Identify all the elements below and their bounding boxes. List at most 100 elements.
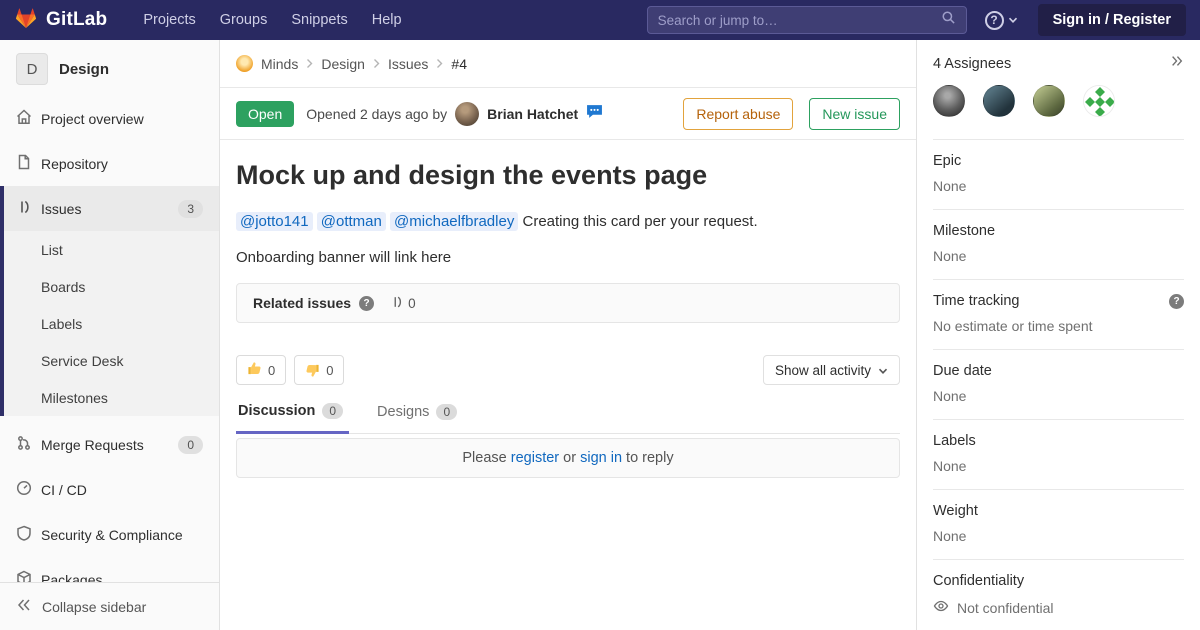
project-header[interactable]: D Design <box>0 40 219 96</box>
sidebar-item-repository[interactable]: Repository <box>0 141 219 186</box>
help-menu[interactable]: ? <box>985 11 1018 30</box>
report-abuse-button[interactable]: Report abuse <box>683 98 793 130</box>
epic-value: None <box>933 178 1184 194</box>
nav-groups[interactable]: Groups <box>210 6 278 34</box>
sidebar-item-ci-cd[interactable]: CI / CD <box>0 467 219 512</box>
sidebar-item-label: Security & Compliance <box>41 527 183 543</box>
sign-in-register-button[interactable]: Sign in / Register <box>1038 4 1186 36</box>
thumbs-up-button[interactable]: 0 <box>236 355 286 385</box>
reply-text: or <box>563 450 576 466</box>
due-date-value: None <box>933 388 1184 404</box>
eye-icon <box>933 598 949 617</box>
sign-in-link[interactable]: sign in <box>580 450 622 466</box>
thumbs-down-icon <box>305 363 320 378</box>
issue-title: Mock up and design the events page <box>236 158 900 192</box>
project-avatar: D <box>16 53 48 85</box>
collapse-sidebar-button[interactable]: Collapse sidebar <box>0 582 219 630</box>
mention-link[interactable]: @jotto141 <box>236 212 313 231</box>
search-input[interactable] <box>658 13 941 28</box>
issues-icon <box>16 199 32 218</box>
sidebar-subitem-list[interactable]: List <box>4 231 219 268</box>
award-emoji-row: 0 0 Show all activity <box>236 355 900 385</box>
pipeline-gauge-icon <box>16 480 32 499</box>
tanuki-icon <box>14 6 38 35</box>
sidebar-subitem-service-desk[interactable]: Service Desk <box>4 342 219 379</box>
shield-icon <box>16 525 32 544</box>
sidebar-item-merge-requests[interactable]: Merge Requests 0 <box>0 422 219 467</box>
sidebar-section-epic: Epic None <box>933 140 1184 210</box>
assignee-avatar[interactable] <box>1083 85 1115 117</box>
group-avatar <box>236 55 253 72</box>
nav-help[interactable]: Help <box>362 6 412 34</box>
breadcrumb-issue-number: #4 <box>451 56 467 72</box>
confidentiality-value: Not confidential <box>933 598 1184 617</box>
tab-designs[interactable]: Designs 0 <box>375 403 463 433</box>
breadcrumb: Minds Design Issues #4 <box>220 40 916 88</box>
assignee-avatar[interactable] <box>1033 85 1065 117</box>
main-content: Minds Design Issues #4 Open Opened 2 day… <box>220 40 916 630</box>
sidebar-section-due-date: Due date None <box>933 350 1184 420</box>
related-issues-count: 0 <box>390 295 416 312</box>
chevron-double-left-icon <box>16 597 32 616</box>
home-icon <box>16 109 32 128</box>
sidebar-section-confidentiality: Confidentiality Not confidential <box>933 560 1184 630</box>
nav-snippets[interactable]: Snippets <box>281 6 357 34</box>
help-circle-icon[interactable]: ? <box>359 296 374 311</box>
register-link[interactable]: register <box>511 450 559 466</box>
mention-link[interactable]: @ottman <box>317 212 386 231</box>
sidebar-item-issues[interactable]: Issues 3 <box>4 186 219 231</box>
sidebar-subitem-boards[interactable]: Boards <box>4 268 219 305</box>
time-tracking-value: No estimate or time spent <box>933 318 1184 334</box>
chevron-down-icon <box>1008 11 1018 29</box>
mention-link[interactable]: @michaelfbradley <box>390 212 518 231</box>
description-text: Creating this card per your request. <box>523 213 758 230</box>
sidebar-item-security-compliance[interactable]: Security & Compliance <box>0 512 219 557</box>
gitlab-logo[interactable]: GitLab <box>14 6 107 35</box>
sidebar-item-label: Repository <box>41 156 108 172</box>
sidebar-item-label: Project overview <box>41 111 144 127</box>
breadcrumb-group[interactable]: Minds <box>261 56 298 72</box>
reply-text: to reply <box>626 450 674 466</box>
sidebar-section-labels: Labels None <box>933 420 1184 490</box>
sidebar-section-milestone: Milestone None <box>933 210 1184 280</box>
search-icon <box>941 10 956 30</box>
milestone-value: None <box>933 248 1184 264</box>
help-circle-icon[interactable]: ? <box>1169 294 1184 309</box>
issue-tabs: Discussion 0 Designs 0 <box>236 403 900 434</box>
issue-description: @jotto141 @ottman @michaelfbradley Creat… <box>236 211 900 233</box>
chevron-double-right-icon[interactable] <box>1170 54 1184 73</box>
author-avatar[interactable] <box>455 102 479 126</box>
sidebar-item-label: CI / CD <box>41 482 87 498</box>
assignee-avatars <box>933 85 1184 140</box>
assignee-avatar[interactable] <box>983 85 1015 117</box>
nav-projects[interactable]: Projects <box>133 6 205 34</box>
sidebar-subitem-milestones[interactable]: Milestones <box>4 379 219 416</box>
assignee-avatar[interactable] <box>933 85 965 117</box>
project-name: Design <box>59 61 109 78</box>
issue-sidebar: 4 Assignees <box>916 40 1200 630</box>
sidebar-section-time-tracking: Time tracking ? No estimate or time spen… <box>933 280 1184 350</box>
search-bar[interactable] <box>647 6 967 34</box>
assignees-header: 4 Assignees <box>933 40 1184 73</box>
brand-name: GitLab <box>46 9 107 31</box>
sidebar-subitem-labels[interactable]: Labels <box>4 305 219 342</box>
author-name[interactable]: Brian Hatchet <box>487 106 578 122</box>
sidebar-section-weight: Weight None <box>933 490 1184 560</box>
merge-requests-count-badge: 0 <box>178 436 203 454</box>
tab-discussion[interactable]: Discussion 0 <box>236 403 349 434</box>
assignees-label: 4 Assignees <box>933 56 1011 72</box>
weight-value: None <box>933 528 1184 544</box>
breadcrumb-project[interactable]: Design <box>321 56 365 72</box>
thumbs-down-button[interactable]: 0 <box>294 355 344 385</box>
primary-nav: Projects Groups Snippets Help <box>133 6 411 34</box>
breadcrumb-issues[interactable]: Issues <box>388 56 428 72</box>
chevron-right-icon <box>436 56 443 72</box>
activity-filter-dropdown[interactable]: Show all activity <box>763 355 900 385</box>
new-issue-button[interactable]: New issue <box>809 98 900 130</box>
thumbs-up-icon <box>247 361 262 379</box>
sidebar-item-project-overview[interactable]: Project overview <box>0 96 219 141</box>
status-badge: Open <box>236 101 294 127</box>
top-navbar: GitLab Projects Groups Snippets Help ? <box>0 0 1200 40</box>
discussion-count-badge: 0 <box>322 403 343 419</box>
issue-count-icon <box>390 295 404 312</box>
